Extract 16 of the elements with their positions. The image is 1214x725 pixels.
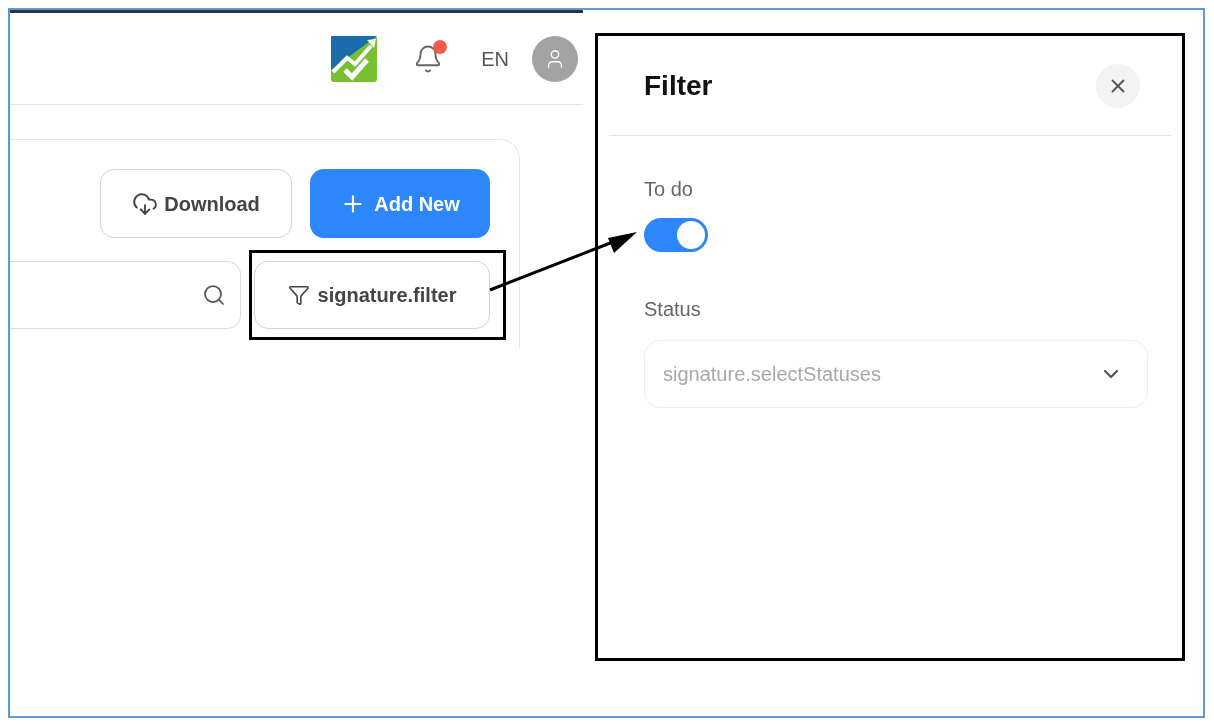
search-icon [202, 283, 226, 307]
language-button[interactable]: EN [479, 39, 511, 78]
status-label: Status [644, 297, 701, 322]
toggle-switch[interactable] [644, 218, 708, 252]
avatar[interactable] [532, 35, 578, 82]
add-new-button[interactable]: Add New [310, 169, 490, 238]
search-field[interactable] [10, 261, 241, 329]
funnel-icon [287, 284, 310, 306]
logo-icon [331, 35, 378, 82]
toggle-label: To do [644, 177, 693, 202]
download-button[interactable]: Download [100, 169, 292, 238]
filter-button[interactable]: signature.filter [254, 261, 490, 329]
cloud-download-icon [132, 190, 159, 217]
select-placeholder: signature.selectStatuses [663, 362, 881, 387]
panel-title: Filter [644, 68, 713, 103]
close-button[interactable] [1096, 63, 1140, 108]
